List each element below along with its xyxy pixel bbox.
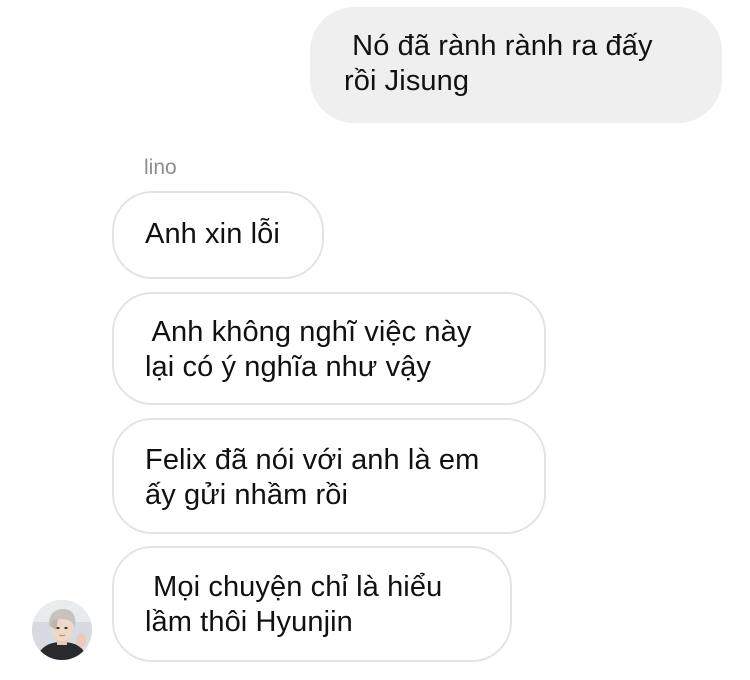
avatar-photo-icon <box>32 600 92 660</box>
sender-name-label: lino <box>144 156 177 179</box>
received-message-bubble[interactable]: Anh xin lỗi <box>112 191 324 279</box>
sent-message-bubble[interactable]: Nó đã rành rành ra đấy rồi Jisung <box>310 7 722 123</box>
received-message-bubble[interactable]: Anh không nghĩ việc này lại có ý nghĩa n… <box>112 292 546 405</box>
received-message-bubble[interactable]: Mọi chuyện chỉ là hiểu lầm thôi Hyunjin <box>112 546 512 662</box>
received-message-bubble[interactable]: Felix đã nói với anh là em ấy gửi nhầm r… <box>112 418 546 534</box>
sender-avatar-icon[interactable] <box>32 600 92 660</box>
